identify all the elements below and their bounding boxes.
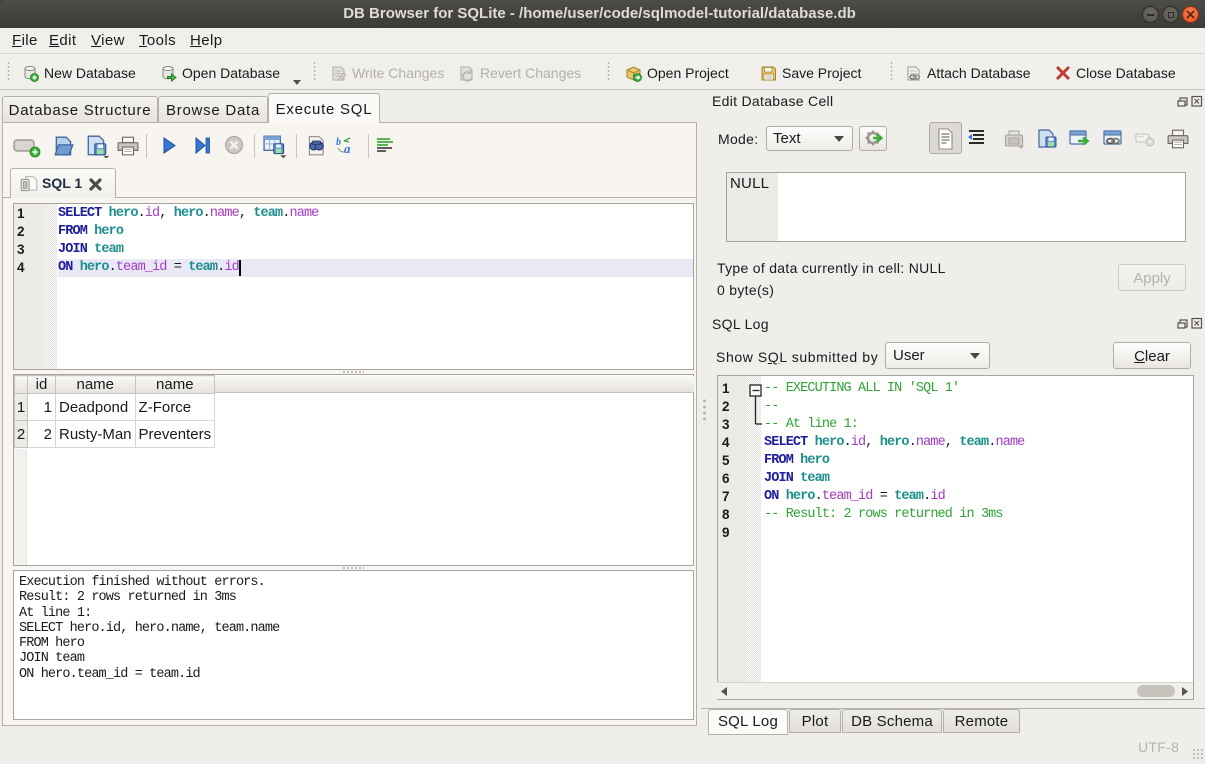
svg-text:b: b: [336, 137, 341, 148]
svg-text:a: a: [344, 141, 351, 156]
